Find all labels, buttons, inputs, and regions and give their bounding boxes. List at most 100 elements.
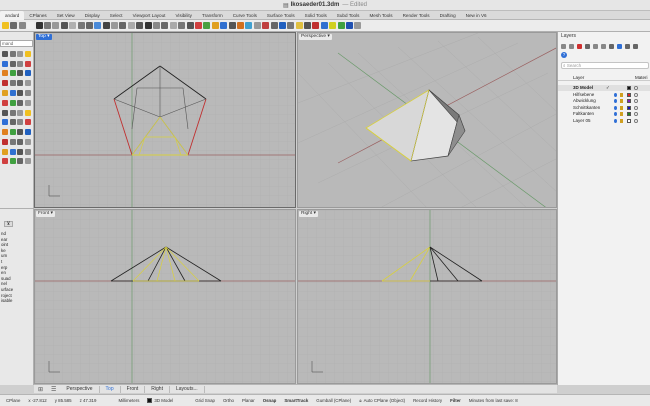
palette-tool-icon[interactable]	[1, 80, 8, 87]
material-icon[interactable]	[634, 99, 638, 103]
palette-tool-icon[interactable]	[9, 70, 16, 77]
grid-icon[interactable]: ⊞	[34, 386, 47, 393]
status-osnap[interactable]: Osnap	[263, 398, 277, 403]
toolbar-tool-icon[interactable]	[136, 22, 144, 29]
palette-tool-icon[interactable]	[17, 129, 24, 136]
layer-color-swatch[interactable]	[627, 105, 631, 110]
tab-mesh-tools[interactable]: Mesh Tools	[364, 11, 397, 20]
help-icon[interactable]: ?	[561, 52, 567, 58]
tab-andard[interactable]: andard	[0, 10, 25, 20]
status-grid-snap[interactable]: Grid Snap	[195, 398, 215, 403]
status-auto-cplane[interactable]: Auto CPlane (Object)	[364, 398, 406, 403]
palette-tool-icon[interactable]	[25, 80, 32, 87]
palette-tool-icon[interactable]	[1, 148, 8, 155]
palette-tool-icon[interactable]	[25, 60, 32, 67]
lock-icon[interactable]	[620, 92, 623, 97]
palette-tool-icon[interactable]	[25, 158, 32, 165]
material-icon[interactable]	[634, 86, 638, 90]
tab-solid-tools[interactable]: Solid Tools	[300, 11, 332, 20]
viewport-tab-perspective[interactable]: Perspective	[60, 385, 100, 393]
toolbar-tool-icon[interactable]	[220, 22, 228, 29]
status-units[interactable]: Millimeters	[118, 398, 139, 403]
viewport-right-title[interactable]: Right ▾	[299, 211, 318, 217]
viewport-tab-right[interactable]: Right	[145, 385, 170, 393]
toolbar-tool-icon[interactable]	[43, 22, 51, 29]
toolbar-tool-icon[interactable]	[2, 22, 9, 29]
toolbar-tool-icon[interactable]	[119, 22, 127, 29]
layer-row[interactable]: 3D Model ✓	[558, 85, 650, 91]
status-filter[interactable]: Filter	[450, 398, 461, 403]
status-record-history[interactable]: Record History	[413, 398, 442, 403]
toolbar-tool-icon[interactable]	[69, 22, 77, 29]
tab-set-view[interactable]: Set View	[52, 11, 80, 20]
toolbar-tool-icon[interactable]	[253, 22, 261, 29]
palette-tool-icon[interactable]	[25, 129, 32, 136]
lightbulb-icon[interactable]	[614, 99, 617, 103]
lightbulb-icon[interactable]	[614, 92, 617, 97]
palette-tool-icon[interactable]	[17, 70, 24, 77]
layer-search-input[interactable]: ⌕ Search	[561, 62, 649, 69]
palette-tool-icon[interactable]	[17, 138, 24, 145]
palette-tool-icon[interactable]	[1, 70, 8, 77]
toolbar-tool-icon[interactable]	[320, 22, 328, 29]
toolbar-tool-icon[interactable]	[77, 22, 85, 29]
tab-transform[interactable]: Transform	[197, 11, 228, 20]
toolbar-tool-icon[interactable]	[94, 22, 102, 29]
filter-icon[interactable]	[585, 43, 590, 49]
material-icon[interactable]	[634, 105, 638, 110]
material-icon[interactable]	[634, 92, 638, 97]
palette-tool-icon[interactable]	[9, 109, 16, 116]
viewport-perspective[interactable]: Perspective ▾	[297, 32, 557, 208]
viewport-right[interactable]: Right ▾	[297, 209, 557, 384]
lock-icon[interactable]	[620, 99, 623, 103]
toolbar-tool-icon[interactable]	[102, 22, 110, 29]
palette-tool-icon[interactable]	[9, 119, 16, 126]
palette-tool-icon[interactable]	[9, 148, 16, 155]
palette-tool-icon[interactable]	[1, 109, 8, 116]
status-gumball[interactable]: Gumball (CPlane)	[316, 398, 351, 403]
palette-tool-icon[interactable]	[17, 119, 24, 126]
palette-tool-icon[interactable]	[9, 158, 16, 165]
move-down-icon[interactable]	[601, 43, 606, 49]
palette-tool-icon[interactable]	[17, 90, 24, 97]
palette-tool-icon[interactable]	[17, 148, 24, 155]
viewport-tab-front[interactable]: Front	[121, 385, 146, 393]
palette-tool-icon[interactable]	[17, 80, 24, 87]
palette-tool-icon[interactable]	[25, 50, 32, 57]
toolbar-tool-icon[interactable]	[10, 22, 18, 29]
tab-select[interactable]: Select	[105, 11, 128, 20]
toolbar-tool-icon[interactable]	[245, 22, 253, 29]
layer-color-swatch[interactable]	[627, 86, 631, 90]
viewport-perspective-title[interactable]: Perspective ▾	[299, 34, 332, 40]
palette-tool-icon[interactable]	[25, 70, 32, 77]
palette-tool-icon[interactable]	[25, 119, 32, 126]
layer-row[interactable]: Faltkanten	[558, 111, 650, 117]
tab-cplanes[interactable]: CPlanes	[24, 11, 51, 20]
tab-curve-tools[interactable]: Curve Tools	[228, 11, 262, 20]
lightbulb-icon[interactable]	[614, 118, 617, 123]
status-smarttrack[interactable]: SmartTrack	[284, 398, 308, 403]
tab-viewport-layout[interactable]: Viewport Layout	[128, 11, 171, 20]
toolbar-tool-icon[interactable]	[194, 22, 202, 29]
toolbar-tool-icon[interactable]	[312, 22, 320, 29]
funnel-icon[interactable]	[617, 43, 622, 49]
status-planar[interactable]: Planar	[242, 398, 255, 403]
lightbulb-icon[interactable]	[614, 112, 617, 116]
toolbar-tool-icon[interactable]	[278, 22, 286, 29]
palette-tool-icon[interactable]	[1, 60, 8, 67]
toolbar-tool-icon[interactable]	[178, 22, 186, 29]
layer-row[interactable]: Schnittkanten	[558, 105, 650, 111]
palette-tool-icon[interactable]	[1, 158, 8, 165]
layer-color-swatch[interactable]	[627, 118, 631, 123]
palette-tool-icon[interactable]	[9, 80, 16, 87]
palette-tool-icon[interactable]	[9, 129, 16, 136]
move-up-icon[interactable]	[593, 43, 598, 49]
lock-icon[interactable]	[620, 105, 623, 110]
tab-visibility[interactable]: Visibility	[170, 11, 197, 20]
viewport-tab-top[interactable]: Top	[100, 385, 121, 393]
status-ortho[interactable]: Ortho	[223, 398, 234, 403]
toolbar-tool-icon[interactable]	[35, 22, 43, 29]
status-cplane[interactable]: CPlane	[6, 398, 20, 403]
new-layer-icon[interactable]	[561, 43, 566, 49]
toolbar-tool-icon[interactable]	[203, 22, 211, 29]
